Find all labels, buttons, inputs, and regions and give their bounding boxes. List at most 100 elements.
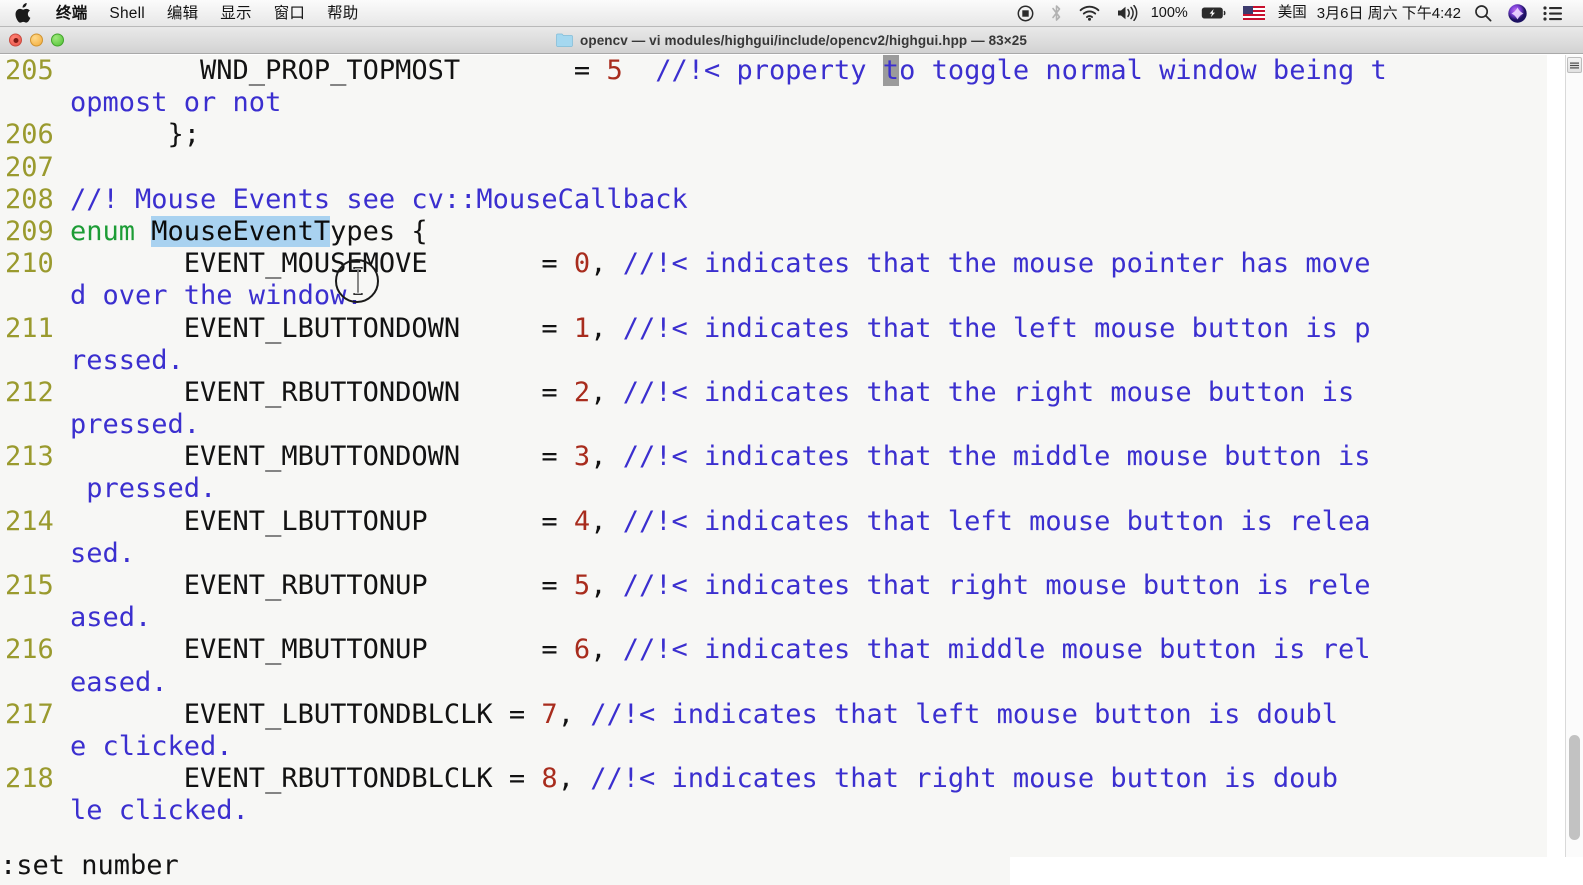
menu-bar-status-items: 100% 美国 3月6日 周六 下午4:42 [1009, 0, 1583, 26]
volume-icon[interactable] [1108, 0, 1146, 27]
code-line-wrap[interactable]: ased. [0, 602, 1547, 634]
code-token: e clicked. [70, 730, 233, 762]
code-line-wrap[interactable]: pressed. [0, 473, 1547, 505]
code-line[interactable]: 217 EVENT_LBUTTONDBLCLK = 7, //!< indica… [0, 699, 1547, 731]
code-token: 6 [573, 634, 591, 666]
siri-icon[interactable] [1500, 0, 1535, 27]
code-line[interactable]: 213 EVENT_MBUTTONDOWN = 3, //!< indicate… [0, 441, 1547, 473]
code-token: , [590, 376, 623, 408]
code-token: = [541, 441, 574, 473]
code-line[interactable]: 206 }; [0, 119, 1547, 151]
menu-item-edit[interactable]: 编辑 [156, 0, 209, 27]
window-title-bar[interactable]: opencv — vi modules/highgui/include/open… [0, 27, 1583, 54]
scrollbar-handle-icon[interactable] [1567, 57, 1582, 73]
line-number: 214 [4, 505, 70, 537]
code-token: pressed. [70, 409, 201, 441]
code-token: enum [70, 215, 152, 247]
menu-bar-app-menus: 终端 Shell 编辑 显示 窗口 帮助 [0, 0, 370, 26]
wifi-icon[interactable] [1071, 0, 1108, 27]
battery-percent-label: 100% [1150, 4, 1188, 21]
code-token: EVENT_RBUTTONUP [70, 570, 542, 601]
apple-logo-icon[interactable] [14, 2, 31, 24]
code-line-wrap[interactable]: le clicked. [0, 795, 1547, 827]
code-token: ypes { [330, 215, 428, 247]
menu-item-terminal[interactable]: 终端 [45, 0, 98, 27]
line-number-placeholder [0, 667, 70, 699]
code-line-wrap[interactable]: opmost or not [0, 87, 1547, 119]
code-token: //!< indicates that right mouse button i… [590, 763, 1338, 795]
menu-item-help[interactable]: 帮助 [316, 0, 369, 27]
code-token: = [541, 634, 574, 666]
menu-item-shell[interactable]: Shell [98, 0, 155, 27]
code-line[interactable]: 205 WND_PROP_TOPMOST = 5 //!< property t… [0, 55, 1547, 87]
search-icon[interactable] [1466, 0, 1500, 27]
code-line-wrap[interactable]: d over the window. [0, 280, 1547, 312]
battery-charging-icon[interactable] [1193, 0, 1235, 27]
scrollbar-thumb[interactable] [1569, 735, 1580, 840]
bluetooth-icon[interactable] [1042, 0, 1071, 27]
code-token: EVENT_RBUTTONDBLCLK [70, 763, 509, 795]
code-token: EVENT_LBUTTONDOWN [70, 312, 542, 344]
close-button[interactable] [9, 33, 22, 47]
line-number-placeholder [0, 409, 70, 441]
line-number-placeholder [0, 473, 70, 505]
menu-bar-clock[interactable]: 3月6日 周六 下午4:42 [1312, 0, 1466, 27]
code-token: , [557, 763, 591, 795]
line-number: 210 [4, 248, 70, 280]
input-source-label[interactable]: 美国 [1273, 0, 1312, 27]
control-center-icon[interactable] [1535, 0, 1571, 27]
line-number: 206 [4, 119, 70, 151]
code-token: 5 [606, 55, 623, 86]
menu-item-view[interactable]: 显示 [209, 0, 262, 27]
code-token: , [590, 441, 623, 473]
code-token: 3 [573, 441, 591, 473]
line-number-placeholder [0, 602, 70, 634]
line-number-placeholder [0, 280, 70, 312]
vim-text-buffer[interactable]: 205 WND_PROP_TOPMOST = 5 //!< property t… [0, 55, 1547, 885]
code-token: //!< indicates that left mouse button is… [590, 698, 1338, 730]
code-token: //!< indicates that the right mouse butt… [622, 376, 1355, 408]
code-token: = [541, 312, 574, 344]
code-token: EVENT_RBUTTONDOWN [70, 376, 542, 408]
code-line[interactable]: 214 EVENT_LBUTTONUP = 4, //!< indicates … [0, 506, 1547, 538]
code-line[interactable]: 210 EVENT_MOUSEMOVE = 0, //!< indicates … [0, 248, 1547, 280]
code-line-wrap[interactable]: ressed. [0, 345, 1547, 377]
code-line[interactable]: 211 EVENT_LBUTTONDOWN = 1, //!< indicate… [0, 313, 1547, 345]
code-line[interactable]: 216 EVENT_MBUTTONUP = 6, //!< indicates … [0, 634, 1547, 666]
code-line-wrap[interactable]: pressed. [0, 409, 1547, 441]
code-line-wrap[interactable]: e clicked. [0, 731, 1547, 763]
code-token: le clicked. [70, 795, 249, 827]
code-token: //!< indicates that left mouse button is… [622, 505, 1371, 537]
vim-editor-pane[interactable]: 205 WND_PROP_TOPMOST = 5 //!< property t… [0, 55, 1583, 885]
code-line[interactable]: 208 //! Mouse Events see cv::MouseCallba… [0, 184, 1547, 216]
code-line[interactable]: 218 EVENT_RBUTTONDBLCLK = 8, //!< indica… [0, 763, 1547, 795]
code-token: 0 [573, 248, 591, 280]
code-token: sed. [70, 537, 136, 569]
code-token: EVENT_LBUTTONDBLCLK [70, 698, 509, 730]
us-flag-icon[interactable] [1235, 0, 1273, 27]
code-token: //!< indicates that right mouse button i… [622, 570, 1371, 601]
line-number: 205 [4, 55, 70, 86]
code-token: opmost or not [70, 87, 282, 119]
mac-menu-bar: 终端 Shell 编辑 显示 窗口 帮助 100% 美国 3月6日 周六 下午4… [0, 0, 1583, 27]
code-line-wrap[interactable]: eased. [0, 667, 1547, 699]
code-token: pressed. [70, 473, 217, 505]
menu-item-window[interactable]: 窗口 [263, 0, 316, 27]
code-token: //!< indicates that the middle mouse but… [622, 441, 1371, 473]
code-token: ressed. [70, 344, 184, 376]
code-token: t [882, 55, 900, 86]
vertical-scrollbar[interactable] [1565, 55, 1583, 857]
minimize-button[interactable] [30, 33, 43, 47]
zoom-button[interactable] [51, 33, 64, 47]
line-number: 209 [4, 215, 70, 247]
screen-recording-icon[interactable] [1009, 0, 1042, 27]
code-line[interactable]: 212 EVENT_RBUTTONDOWN = 2, //!< indicate… [0, 377, 1547, 409]
code-token: 8 [541, 763, 558, 795]
code-line[interactable]: 207 [0, 152, 1547, 184]
code-line[interactable]: 215 EVENT_RBUTTONUP = 5, //!< indicates … [0, 570, 1547, 602]
line-number: 213 [4, 441, 70, 473]
vim-command-line[interactable]: :set number [0, 850, 1010, 885]
code-line-wrap[interactable]: sed. [0, 538, 1547, 570]
code-token: d over the window. [70, 280, 363, 312]
code-line[interactable]: 209 enum MouseEventTypes { [0, 215, 1547, 248]
